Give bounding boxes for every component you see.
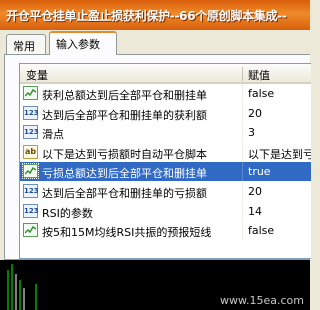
table-row[interactable]: 123 达到后全部平仓和删挂单的获利额 20 xyxy=(20,103,311,124)
column-header-value[interactable]: 赋值 xyxy=(248,67,270,83)
grid-rows: 获利总额达到后全部平仓和删挂单 false 123 达到后全部平仓和删挂单的获利额 20… xyxy=(20,84,311,241)
chart-icon xyxy=(22,163,39,180)
parameter-name: 获利总额达到后全部平仓和删挂单 xyxy=(42,89,207,102)
123-icon: 123 xyxy=(23,183,39,198)
parameter-name: 滑点 xyxy=(42,128,64,142)
123-icon: 123 xyxy=(23,105,39,120)
parameter-value[interactable]: 以下是达到亏 xyxy=(248,146,311,162)
cell-divider xyxy=(242,221,243,240)
parameter-name: 以下是达到亏损额时自动平仓脚本 xyxy=(42,147,207,161)
tab-common[interactable]: 常用 xyxy=(6,34,46,54)
table-row[interactable]: 123 达到后全部平仓和删挂单的亏损额 20 xyxy=(20,181,311,202)
parameter-value[interactable]: false xyxy=(248,224,274,237)
column-divider[interactable] xyxy=(242,67,243,81)
ab-icon: ab xyxy=(23,144,38,159)
chart-icon xyxy=(23,86,38,100)
parameter-value[interactable]: 20 xyxy=(248,185,262,198)
grid-header: 变量 赋值 xyxy=(20,64,311,84)
cell-divider xyxy=(242,142,243,162)
table-row[interactable]: 123 RSI的参数 14 xyxy=(20,201,311,222)
parameter-name: 达到后全部平仓和删挂单的获利额 xyxy=(42,108,207,122)
parameter-name: RSI的参数 xyxy=(42,206,93,220)
parameters-grid: 变量 赋值 获利总额达到后全部平仓和删挂单 false 123 达到后全部平仓和删挂单… xyxy=(19,63,311,259)
tab-panel: 变量 赋值 获利总额达到后全部平仓和删挂单 false 123 达到后全部平仓和删挂单… xyxy=(4,54,311,260)
table-row[interactable]: ab 以下是达到亏损额时自动平仓脚本 以下是达到亏 xyxy=(20,142,311,163)
cell-divider xyxy=(242,201,243,221)
parameter-name: 达到后全部平仓和删挂单的亏损额 xyxy=(42,186,207,200)
column-header-variable[interactable]: 变量 xyxy=(26,67,48,83)
table-row[interactable]: 获利总额达到后全部平仓和删挂单 false xyxy=(20,84,311,104)
chart-area-background: www.15ea.com xyxy=(0,260,310,310)
123-icon: 123 xyxy=(23,203,39,218)
window-title: 开仓平仓挂单止盈止损获利保护--66个原创脚本集成-- xyxy=(6,9,287,23)
cell-divider xyxy=(242,84,243,103)
cell-divider xyxy=(242,123,243,142)
tab-input-parameters[interactable]: 输入参数 xyxy=(49,31,117,55)
parameter-name: 亏损总额达到后全部平仓和删挂单 xyxy=(42,167,207,181)
parameter-value[interactable]: true xyxy=(248,165,271,178)
cell-divider xyxy=(242,162,243,181)
table-row[interactable]: 亏损总额达到后全部平仓和删挂单 true xyxy=(20,162,311,182)
parameter-value[interactable]: 14 xyxy=(248,205,262,218)
chart-icon xyxy=(23,223,38,238)
cell-divider xyxy=(242,103,243,123)
parameter-value[interactable]: false xyxy=(248,87,274,100)
table-row[interactable]: 123 滑点 3 xyxy=(20,123,311,143)
parameter-value[interactable]: 3 xyxy=(248,126,255,139)
tab-strip: 常用 输入参数 xyxy=(0,30,310,55)
parameter-name: 按5和15M均线RSI共振的预报短线 xyxy=(42,226,212,240)
table-row[interactable]: 按5和15M均线RSI共振的预报短线 false xyxy=(20,221,311,241)
parameter-value[interactable]: 20 xyxy=(248,107,262,120)
title-bar[interactable]: 开仓平仓挂单止盈止损获利保护--66个原创脚本集成-- xyxy=(0,0,310,30)
123-icon: 123 xyxy=(23,125,39,140)
watermark-text: www.15ea.com xyxy=(220,294,304,307)
cell-divider xyxy=(242,181,243,201)
